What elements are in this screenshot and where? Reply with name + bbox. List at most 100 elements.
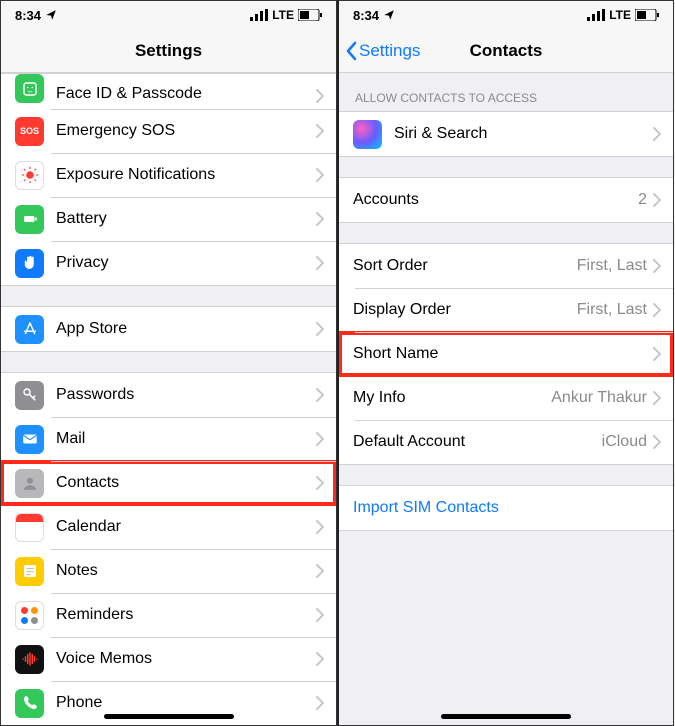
chevron-right-icon <box>316 696 324 710</box>
battery-icon <box>15 205 44 234</box>
row-value: 2 <box>638 191 647 209</box>
row-value: iCloud <box>602 433 647 451</box>
chevron-right-icon <box>316 212 324 226</box>
row-label: Face ID & Passcode <box>56 85 316 103</box>
exposure-icon <box>15 161 44 190</box>
row-label: Exposure Notifications <box>56 166 316 184</box>
status-bar: 8:34 LTE <box>339 1 673 29</box>
row-label: Phone <box>56 694 316 712</box>
chevron-right-icon <box>316 564 324 578</box>
row-accounts[interactable]: Accounts 2 <box>339 178 673 222</box>
faceid-icon <box>15 74 44 103</box>
chevron-right-icon <box>316 432 324 446</box>
row-label: Accounts <box>353 191 638 209</box>
reminders-icon <box>15 601 44 630</box>
contacts-settings-screen: 8:34 LTE Settings Contacts ALLOW CONTACT… <box>337 0 674 726</box>
chevron-right-icon <box>316 256 324 270</box>
phone-icon <box>15 689 44 718</box>
row-sortorder[interactable]: Sort Order First, Last <box>339 244 673 288</box>
siri-icon <box>353 120 382 149</box>
row-label: Default Account <box>353 433 602 451</box>
chevron-right-icon <box>316 652 324 666</box>
location-icon <box>45 9 57 21</box>
chevron-right-icon <box>653 193 661 207</box>
signal-icon <box>250 9 268 21</box>
page-title: Contacts <box>470 41 543 61</box>
navbar: Settings Contacts <box>339 29 673 73</box>
battery-icon <box>635 9 659 21</box>
network-label: LTE <box>272 8 294 22</box>
signal-icon <box>587 9 605 21</box>
row-label: Emergency SOS <box>56 122 316 140</box>
row-label: Calendar <box>56 518 316 536</box>
chevron-right-icon <box>316 89 324 103</box>
row-label: Import SIM Contacts <box>353 499 661 517</box>
row-label: Notes <box>56 562 316 580</box>
row-reminders[interactable]: Reminders <box>1 593 336 637</box>
chevron-right-icon <box>316 476 324 490</box>
battery-icon <box>298 9 322 21</box>
row-sos[interactable]: SOS Emergency SOS <box>1 109 336 153</box>
back-label: Settings <box>359 41 420 61</box>
status-time: 8:34 <box>15 8 41 23</box>
row-value: First, Last <box>577 301 647 319</box>
row-label: Contacts <box>56 474 316 492</box>
row-displayorder[interactable]: Display Order First, Last <box>339 288 673 332</box>
row-label: My Info <box>353 389 551 407</box>
row-contacts[interactable]: Contacts <box>1 461 336 505</box>
chevron-right-icon <box>316 520 324 534</box>
row-privacy[interactable]: Privacy <box>1 241 336 285</box>
chevron-right-icon <box>316 608 324 622</box>
row-faceid[interactable]: Face ID & Passcode <box>1 74 336 109</box>
contacts-icon <box>15 469 44 498</box>
notes-icon <box>15 557 44 586</box>
calendar-icon: 1 <box>15 513 44 542</box>
row-label: Battery <box>56 210 316 228</box>
privacy-icon <box>15 249 44 278</box>
row-notes[interactable]: Notes <box>1 549 336 593</box>
section-header: ALLOW CONTACTS TO ACCESS <box>339 73 673 111</box>
row-mail[interactable]: Mail <box>1 417 336 461</box>
row-battery[interactable]: Battery <box>1 197 336 241</box>
appstore-icon <box>15 315 44 344</box>
row-label: Display Order <box>353 301 577 319</box>
row-calendar[interactable]: 1 Calendar <box>1 505 336 549</box>
row-label: Reminders <box>56 606 316 624</box>
row-appstore[interactable]: App Store <box>1 307 336 351</box>
row-exposure[interactable]: Exposure Notifications <box>1 153 336 197</box>
home-indicator[interactable] <box>104 714 234 719</box>
voicememos-icon <box>15 645 44 674</box>
location-icon <box>383 9 395 21</box>
row-value: First, Last <box>577 257 647 275</box>
passwords-icon <box>15 381 44 410</box>
row-siri[interactable]: Siri & Search <box>339 112 673 156</box>
chevron-right-icon <box>653 259 661 273</box>
home-indicator[interactable] <box>441 714 571 719</box>
row-defaultacct[interactable]: Default Account iCloud <box>339 420 673 464</box>
chevron-right-icon <box>653 347 661 361</box>
settings-list[interactable]: Face ID & Passcode SOS Emergency SOS Exp… <box>1 73 336 725</box>
row-voicememos[interactable]: Voice Memos <box>1 637 336 681</box>
chevron-left-icon <box>345 41 357 61</box>
status-time: 8:34 <box>353 8 379 23</box>
row-label: Passwords <box>56 386 316 404</box>
row-passwords[interactable]: Passwords <box>1 373 336 417</box>
settings-screen: 8:34 LTE Settings Face ID & Passcode SOS… <box>0 0 337 726</box>
chevron-right-icon <box>653 391 661 405</box>
status-bar: 8:34 LTE <box>1 1 336 29</box>
network-label: LTE <box>609 8 631 22</box>
contacts-settings-list[interactable]: ALLOW CONTACTS TO ACCESS Siri & Search A… <box>339 73 673 725</box>
chevron-right-icon <box>653 435 661 449</box>
row-shortname[interactable]: Short Name <box>339 332 673 376</box>
row-myinfo[interactable]: My Info Ankur Thakur <box>339 376 673 420</box>
row-label: Voice Memos <box>56 650 316 668</box>
chevron-right-icon <box>316 388 324 402</box>
navbar: Settings <box>1 29 336 73</box>
chevron-right-icon <box>316 322 324 336</box>
row-label: Mail <box>56 430 316 448</box>
sos-icon: SOS <box>15 117 44 146</box>
row-label: Short Name <box>353 345 653 363</box>
back-button[interactable]: Settings <box>345 41 420 61</box>
row-importsim[interactable]: Import SIM Contacts <box>339 486 673 530</box>
page-title: Settings <box>135 41 202 61</box>
